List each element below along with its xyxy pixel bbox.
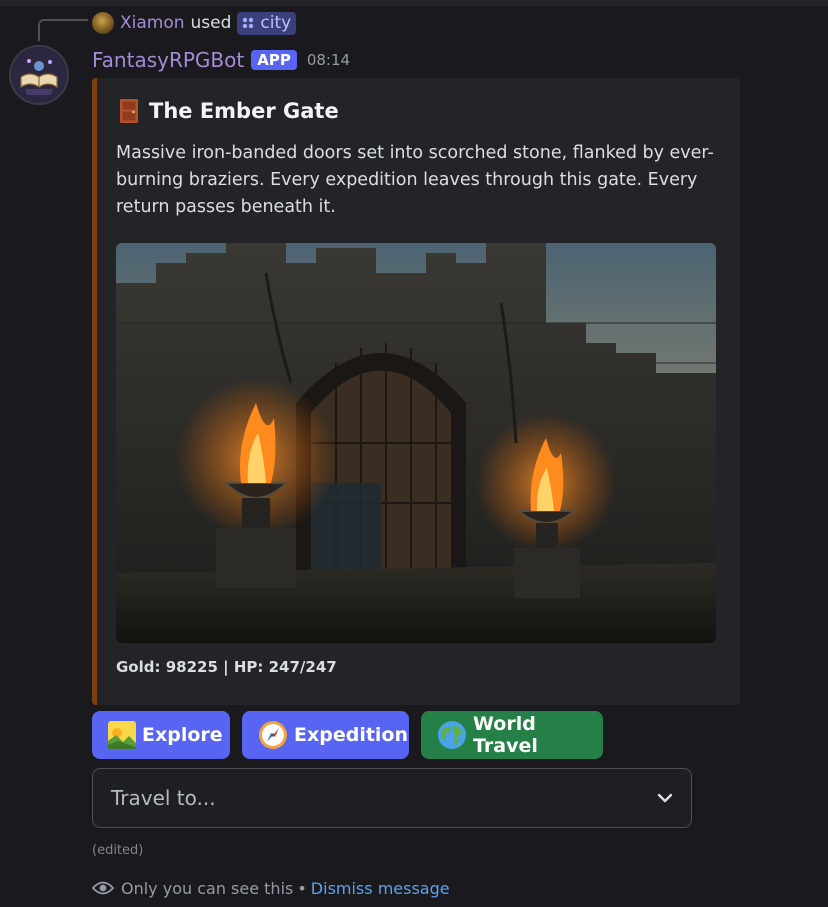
- top-divider: [0, 0, 828, 6]
- globe-icon: [437, 720, 467, 750]
- select-placeholder: Travel to...: [111, 786, 216, 810]
- message-timestamp[interactable]: 08:14: [307, 51, 350, 69]
- ephemeral-separator: •: [297, 878, 307, 898]
- dismiss-message-link[interactable]: Dismiss message: [311, 879, 450, 898]
- app-badge: APP: [251, 50, 297, 70]
- reply-action-text: used: [190, 13, 232, 33]
- embed-footer-stats: Gold: 98225 | HP: 247/247: [116, 658, 337, 676]
- edited-label: (edited): [92, 843, 144, 858]
- eye-icon: [92, 881, 114, 895]
- command-pill[interactable]: city: [237, 11, 297, 35]
- expedition-button[interactable]: Expedition: [242, 711, 409, 759]
- slash-command-icon: [243, 17, 254, 28]
- world-travel-button-label: World Travel: [473, 713, 538, 757]
- user-avatar[interactable]: [92, 12, 114, 34]
- message-header: FantasyRPGBot APP 08:14: [92, 46, 350, 74]
- embed-title-text: The Ember Gate: [149, 99, 339, 123]
- embed-description: Massive iron-banded doors set into scorc…: [116, 143, 714, 217]
- chevron-down-icon: [657, 793, 673, 803]
- bot-avatar[interactable]: [9, 45, 69, 105]
- ephemeral-text: Only you can see this: [121, 878, 294, 898]
- embed-title: The Ember Gate: [118, 98, 339, 124]
- spellbook-icon: [12, 48, 66, 102]
- command-name: city: [260, 12, 292, 33]
- bot-username[interactable]: FantasyRPGBot: [92, 48, 244, 72]
- reply-username[interactable]: Xiamon: [120, 13, 185, 33]
- command-reply-header[interactable]: Xiamon used city: [92, 10, 297, 36]
- embed-image-gate[interactable]: [116, 243, 716, 643]
- embed-card: The Ember Gate Massive iron-banded doors…: [92, 78, 740, 705]
- ember-gate-illustration: [116, 243, 716, 643]
- explore-button[interactable]: Explore: [92, 711, 230, 759]
- world-travel-button[interactable]: World Travel: [421, 711, 603, 759]
- sunrise-mountains-icon: [108, 721, 136, 749]
- travel-destination-select[interactable]: Travel to...: [92, 768, 692, 828]
- door-icon: [120, 99, 138, 123]
- compass-icon: [258, 720, 288, 750]
- expedition-button-label: Expedition: [294, 724, 409, 746]
- reply-connector: [38, 19, 88, 41]
- explore-button-label: Explore: [142, 724, 223, 746]
- ephemeral-notice: Only you can see this • Dismiss message: [92, 876, 450, 900]
